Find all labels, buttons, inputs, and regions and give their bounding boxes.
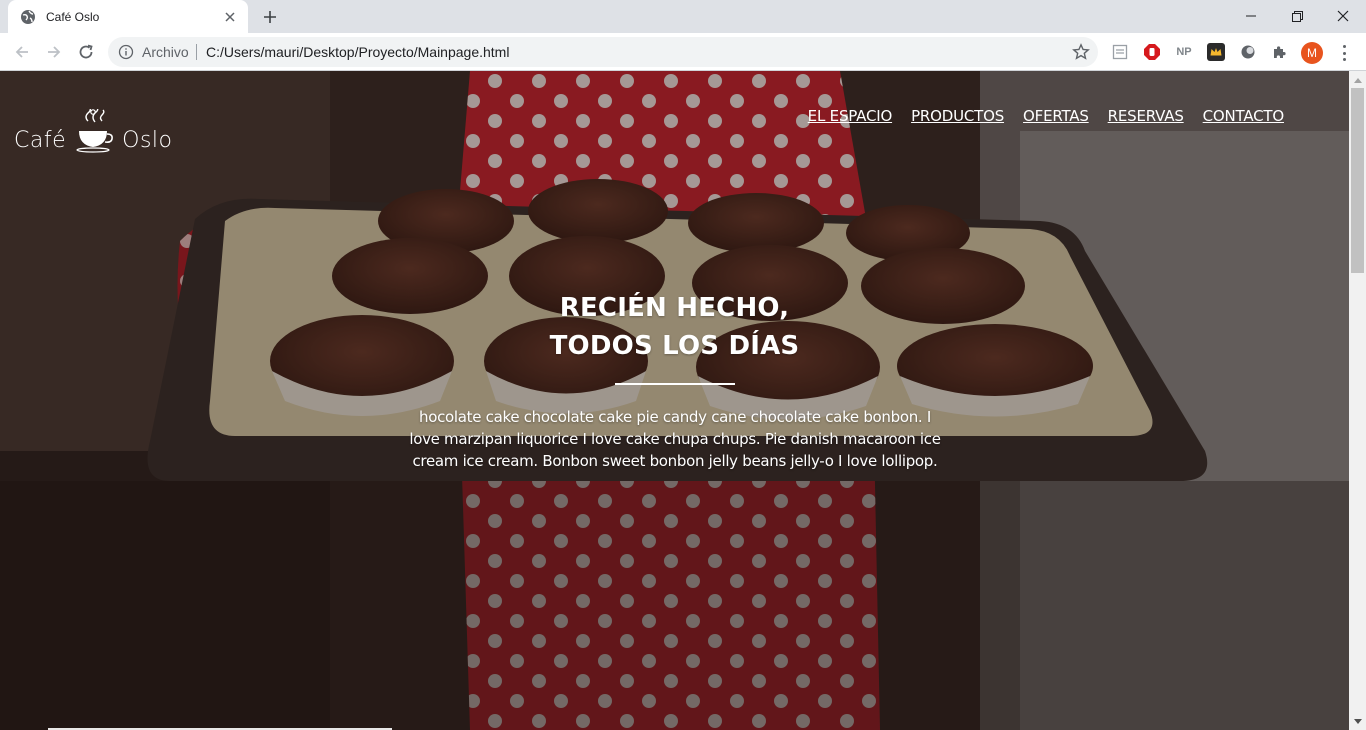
globe-icon [21, 9, 35, 24]
address-bar[interactable]: Archivo C:/Users/mauri/Desktop/Proyecto/… [108, 37, 1098, 67]
restore-window-icon[interactable] [1274, 0, 1320, 32]
nav-link-reservas[interactable]: RESERVAS [1108, 107, 1184, 125]
extensions-puzzle-icon[interactable] [1271, 43, 1289, 61]
minimize-window-icon[interactable] [1228, 0, 1274, 32]
hero-description: hocolate cake chocolate cake pie candy c… [409, 408, 941, 470]
circle-extension-icon[interactable] [1239, 43, 1257, 61]
browser-tabstrip: Café Oslo [0, 0, 1366, 33]
hero-section: Café Oslo EL ESPACIO PRODUCTOS OFERTAS R… [0, 71, 1349, 730]
back-arrow-icon[interactable] [8, 38, 36, 66]
hero-dark-overlay [0, 71, 1349, 730]
close-window-icon[interactable] [1320, 0, 1366, 32]
nav-link-el-espacio[interactable]: EL ESPACIO [808, 107, 893, 125]
headline-line-1: RECIÉN HECHO, [559, 293, 790, 323]
logo-text-left: Café [14, 128, 67, 153]
browser-toolbar: Archivo C:/Users/mauri/Desktop/Proyecto/… [0, 33, 1366, 71]
headline-divider [615, 383, 735, 385]
browser-tab[interactable]: Café Oslo [8, 0, 248, 33]
bookmark-star-icon[interactable] [1072, 43, 1090, 61]
adblock-extension-icon[interactable] [1143, 43, 1161, 61]
main-navigation: EL ESPACIO PRODUCTOS OFERTAS RESERVAS CO… [808, 107, 1285, 125]
nav-link-ofertas[interactable]: OFERTAS [1023, 107, 1089, 125]
nav-link-productos[interactable]: PRODUCTOS [911, 107, 1004, 125]
close-tab-icon[interactable] [222, 9, 238, 25]
reading-list-extension-icon[interactable] [1111, 43, 1129, 61]
url-scheme-label: Archivo [142, 44, 189, 60]
logo-text-right: Oslo [122, 128, 173, 153]
scrollbar-thumb[interactable] [1351, 88, 1364, 273]
url-text[interactable]: C:/Users/mauri/Desktop/Proyecto/Mainpage… [206, 44, 509, 60]
np-extension-icon[interactable]: NP [1175, 43, 1193, 61]
profile-avatar[interactable]: M [1301, 42, 1323, 64]
reload-icon[interactable] [72, 38, 100, 66]
steaming-cup-icon [76, 109, 114, 153]
crown-extension-icon[interactable] [1207, 43, 1225, 61]
browser-menu-icon[interactable] [1336, 43, 1352, 63]
new-tab-plus-icon[interactable] [260, 7, 280, 27]
page-scrollbar[interactable] [1349, 71, 1366, 730]
address-separator [196, 44, 197, 60]
forward-arrow-icon[interactable] [40, 38, 68, 66]
scroll-down-arrow-icon[interactable] [1349, 713, 1366, 730]
hero-headline: RECIÉN HECHO, TODOS LOS DÍAS [0, 289, 1349, 365]
page-viewport: Café Oslo EL ESPACIO PRODUCTOS OFERTAS R… [0, 71, 1349, 730]
headline-line-2: TODOS LOS DÍAS [549, 331, 800, 361]
info-icon[interactable] [118, 44, 134, 60]
tab-title: Café Oslo [46, 9, 100, 24]
site-logo[interactable]: Café Oslo [14, 109, 172, 153]
scroll-up-arrow-icon[interactable] [1349, 71, 1366, 88]
nav-link-contacto[interactable]: CONTACTO [1203, 107, 1285, 125]
